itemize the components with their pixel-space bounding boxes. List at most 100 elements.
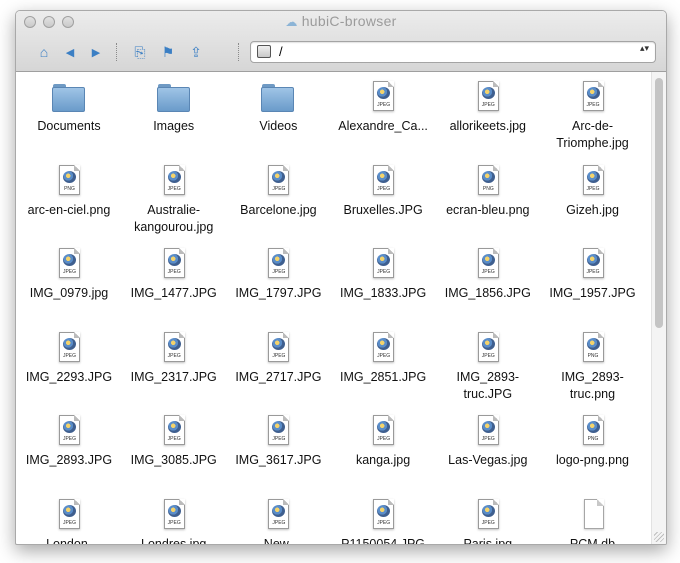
vertical-scrollbar[interactable]: [651, 72, 666, 544]
back-button[interactable]: ◀: [60, 42, 80, 62]
file-type-label: JPEG: [167, 185, 181, 192]
jpeg-file-icon: JPEG: [373, 415, 395, 446]
file-item[interactable]: PNG ecran-bleu.png: [435, 162, 541, 246]
file-item[interactable]: JPEG IMG_1477.JPG: [121, 245, 227, 329]
file-type-label: JPEG: [586, 269, 600, 276]
jpeg-file-icon: JPEG: [268, 164, 290, 195]
jpeg-file-icon: JPEG: [59, 248, 80, 279]
file-type-label: JPEG: [377, 520, 391, 526]
jpeg-file-icon: JPEG: [59, 331, 80, 362]
resize-grip-icon[interactable]: [654, 532, 664, 542]
path-value: /: [279, 44, 283, 59]
file-type-label: PNG: [587, 436, 599, 443]
file-item[interactable]: JPEG Las-Vegas.jpg: [435, 412, 541, 496]
file-item[interactable]: JPEG Paris.jpg: [435, 496, 541, 544]
file-name: IMG_0979.jpg: [29, 286, 109, 301]
file-type-label: JPEG: [272, 352, 286, 359]
file-item[interactable]: JPEG IMG_0979.jpg: [16, 245, 122, 329]
jpeg-file-icon: JPEG: [373, 164, 395, 195]
file-item[interactable]: JPEG P1150054.JPG: [330, 496, 436, 544]
upload-button[interactable]: ⇪: [186, 42, 206, 62]
file-type-label: JPEG: [167, 436, 181, 443]
file-item[interactable]: JPEG Australie-kangourou.jpg: [121, 162, 227, 246]
file-item[interactable]: JPEG IMG_3085.JPG: [121, 412, 227, 496]
file-type-label: JPEG: [481, 352, 495, 359]
forward-arrow-icon: ▶: [91, 46, 101, 59]
folder-item[interactable]: Videos: [225, 78, 331, 162]
file-type-label: JPEG: [272, 185, 286, 192]
file-type-label: PNG: [64, 185, 75, 192]
file-item[interactable]: PNG logo-png.png: [540, 412, 646, 496]
file-item[interactable]: JPEG IMG_2317.JPG: [121, 329, 227, 413]
forward-button[interactable]: ▶: [86, 42, 106, 62]
file-item[interactable]: JPEG IMG_2717.JPG: [225, 329, 331, 413]
file-item[interactable]: JPEG Alexandre_Ca...: [330, 78, 436, 162]
jpeg-file-icon: JPEG: [268, 331, 290, 362]
file-item[interactable]: PNG arc-en-ciel.png: [16, 162, 122, 246]
file-item[interactable]: JPEG IMG_1856.JPG: [435, 245, 541, 329]
scrollbar-thumb[interactable]: [655, 78, 663, 328]
jpeg-file-icon: JPEG: [163, 415, 185, 446]
jpeg-file-icon: JPEG: [268, 499, 290, 529]
jpeg-file-icon: JPEG: [163, 499, 185, 529]
file-item[interactable]: JPEG Barcelone.jpg: [225, 162, 331, 246]
file-item[interactable]: JPEG Bruxelles.JPG: [330, 162, 436, 246]
folder-item[interactable]: Documents: [16, 78, 122, 162]
file-item[interactable]: JPEG IMG_1833.JPG: [330, 245, 436, 329]
file-item[interactable]: JPEG kanga.jpg: [330, 412, 436, 496]
file-item[interactable]: JPEG Arc-de-Triomphe.jpg: [540, 78, 646, 162]
file-type-label: JPEG: [377, 185, 391, 192]
file-name: IMG_2293.JPG: [25, 369, 113, 384]
file-item[interactable]: JPEG IMG_2893-truc.JPG: [435, 329, 541, 413]
jpeg-file-icon: JPEG: [373, 331, 395, 362]
file-item[interactable]: JPEG IMG_2293.JPG: [16, 329, 122, 413]
download-icon: ⎘: [134, 43, 146, 60]
flag-button[interactable]: ⚑: [158, 42, 178, 62]
file-item[interactable]: PNG IMG_2893-truc.png: [540, 329, 646, 413]
path-selector[interactable]: / ▴▾: [250, 41, 656, 63]
file-name: Documents: [37, 119, 101, 133]
file-type-label: JPEG: [272, 436, 286, 443]
home-icon: ⌂: [39, 44, 49, 60]
file-item[interactable]: JPEG IMG_2851.JPG: [330, 329, 436, 413]
file-item[interactable]: JPEG New-: [225, 496, 331, 544]
title-bar: ☁ hubiC-browser ⌂ ◀ ▶ ⎘ ⚑ ⇪ / ▴▾: [16, 11, 666, 72]
file-item[interactable]: PCM.db: [540, 496, 646, 544]
file-name: IMG_1797.JPG: [235, 286, 322, 301]
folder-icon: [261, 84, 295, 112]
jpeg-file-icon: JPEG: [582, 81, 604, 111]
file-type-label: JPEG: [272, 520, 286, 526]
jpeg-file-icon: JPEG: [477, 415, 499, 446]
file-name: IMG_2893.JPG: [25, 453, 113, 468]
file-name: New-: [263, 537, 293, 544]
download-button[interactable]: ⎘: [130, 42, 150, 62]
folder-item[interactable]: Images: [121, 78, 227, 162]
file-type-label: JPEG: [62, 520, 77, 526]
window-title-text: hubiC-browser: [301, 13, 397, 29]
file-name: Londres.jpg: [141, 537, 207, 544]
file-type-label: JPEG: [481, 520, 495, 526]
file-type-label: JPEG: [377, 352, 391, 359]
file-type-label: JPEG: [167, 520, 181, 526]
file-type-label: JPEG: [167, 269, 181, 276]
file-name: allorikeets.jpg: [449, 119, 527, 133]
jpeg-file-icon: JPEG: [268, 248, 290, 279]
file-grid-area: Documents Images Videos JPEG Alexandre_Ca...…: [16, 72, 652, 544]
file-item[interactable]: JPEG IMG_1797.JPG: [225, 245, 331, 329]
file-name: London-: [46, 537, 92, 544]
file-name: IMG_3617.JPG: [235, 453, 322, 468]
toolbar-separator: [238, 43, 240, 61]
file-name: IMG_1833.JPG: [340, 286, 427, 301]
jpeg-file-icon: JPEG: [477, 248, 499, 279]
file-item[interactable]: JPEG Londres.jpg: [121, 496, 227, 544]
file-type-label: PNG: [482, 185, 494, 192]
file-item[interactable]: JPEG IMG_2893.JPG: [16, 412, 122, 496]
file-item[interactable]: JPEG Gizeh.jpg: [540, 162, 646, 246]
file-name: ecran-bleu.png: [446, 202, 530, 217]
home-button[interactable]: ⌂: [34, 42, 54, 62]
file-item[interactable]: JPEG allorikeets.jpg: [435, 78, 541, 162]
jpeg-file-icon: JPEG: [373, 81, 395, 111]
file-item[interactable]: JPEG IMG_3617.JPG: [225, 412, 331, 496]
file-item[interactable]: JPEG IMG_1957.JPG: [540, 245, 646, 329]
file-item[interactable]: JPEG London-: [16, 496, 122, 544]
